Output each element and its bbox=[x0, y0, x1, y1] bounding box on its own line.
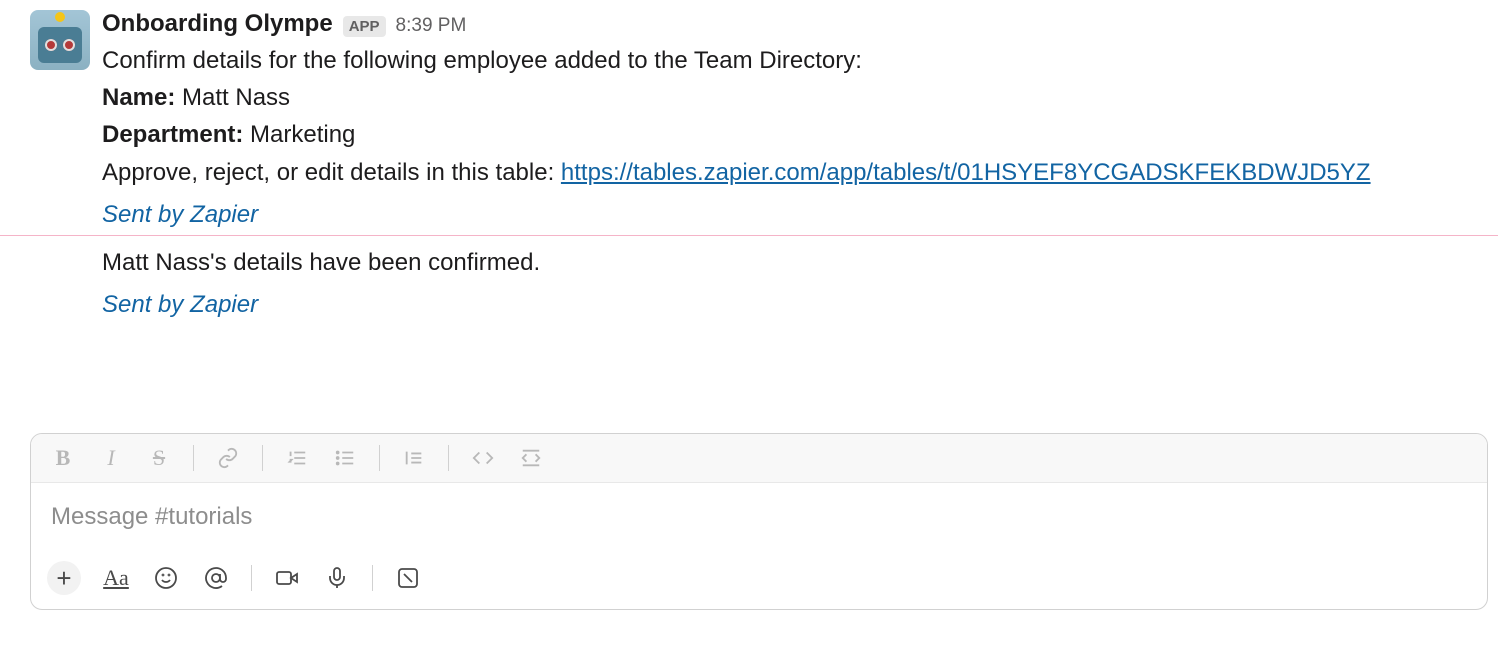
table-link[interactable]: https://tables.zapier.com/app/tables/t/0… bbox=[561, 159, 1371, 186]
app-badge: APP bbox=[343, 16, 386, 37]
dept-label: Department: bbox=[102, 121, 243, 148]
emoji-button[interactable] bbox=[151, 563, 181, 593]
italic-button[interactable]: I bbox=[97, 444, 125, 472]
toolbar-separator bbox=[448, 445, 449, 471]
name-label: Name: bbox=[102, 84, 175, 111]
dept-value: Marketing bbox=[250, 121, 355, 148]
attach-button[interactable]: + bbox=[47, 561, 81, 595]
video-button[interactable] bbox=[272, 563, 302, 593]
composer-actions: + Aa bbox=[31, 551, 1487, 609]
bullet-list-button[interactable] bbox=[331, 444, 359, 472]
toolbar-separator bbox=[379, 445, 380, 471]
message-name-line: Name: Matt Nass bbox=[102, 79, 1478, 116]
mention-button[interactable] bbox=[201, 563, 231, 593]
new-message-divider bbox=[0, 235, 1498, 236]
action-prefix: Approve, reject, or edit details in this… bbox=[102, 159, 561, 186]
shortcuts-button[interactable] bbox=[393, 563, 423, 593]
sender-name[interactable]: Onboarding Olympe bbox=[102, 10, 333, 38]
formatting-toggle-button[interactable]: Aa bbox=[101, 563, 131, 593]
toolbar-separator bbox=[262, 445, 263, 471]
message-header: Onboarding Olympe APP 8:39 PM bbox=[102, 10, 1478, 38]
toolbar-separator bbox=[372, 565, 373, 591]
bold-button[interactable]: B bbox=[49, 444, 77, 472]
strikethrough-button[interactable]: S bbox=[145, 444, 173, 472]
blockquote-button[interactable] bbox=[400, 444, 428, 472]
code-block-button[interactable] bbox=[517, 444, 545, 472]
followup-text: Matt Nass's details have been confirmed. bbox=[102, 244, 1478, 281]
message-action-line: Approve, reject, or edit details in this… bbox=[102, 154, 1478, 191]
name-value: Matt Nass bbox=[182, 84, 290, 111]
timestamp[interactable]: 8:39 PM bbox=[396, 15, 467, 37]
sent-by-zapier-2[interactable]: Sent by Zapier bbox=[102, 291, 1478, 319]
message-body: Onboarding Olympe APP 8:39 PM Confirm de… bbox=[102, 10, 1478, 229]
audio-button[interactable] bbox=[322, 563, 352, 593]
toolbar-separator bbox=[193, 445, 194, 471]
followup-message: Matt Nass's details have been confirmed.… bbox=[0, 244, 1498, 319]
sent-by-zapier[interactable]: Sent by Zapier bbox=[102, 201, 1478, 229]
link-button[interactable] bbox=[214, 444, 242, 472]
message-row: Onboarding Olympe APP 8:39 PM Confirm de… bbox=[0, 0, 1498, 229]
message-composer: B I S Message bbox=[30, 433, 1488, 610]
message-dept-line: Department: Marketing bbox=[102, 116, 1478, 153]
message-input[interactable]: Message #tutorials bbox=[31, 483, 1487, 551]
ordered-list-button[interactable] bbox=[283, 444, 311, 472]
message-intro: Confirm details for the following employ… bbox=[102, 42, 1478, 79]
formatting-toolbar: B I S bbox=[31, 434, 1487, 483]
toolbar-separator bbox=[251, 565, 252, 591]
code-button[interactable] bbox=[469, 444, 497, 472]
bot-avatar bbox=[30, 10, 90, 70]
